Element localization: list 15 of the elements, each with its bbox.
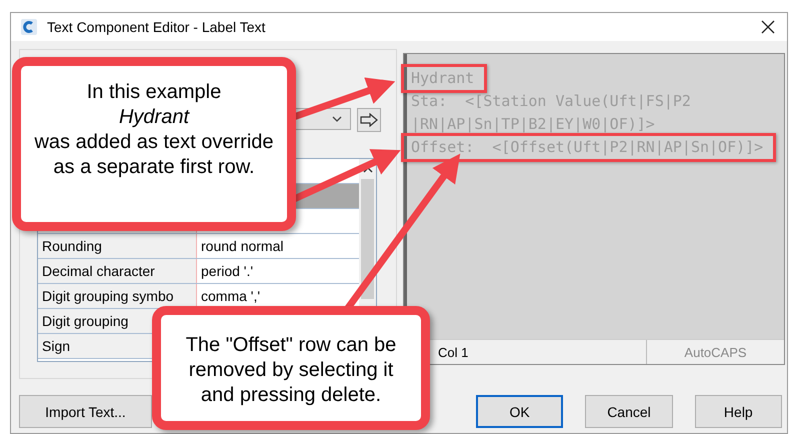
status-text: AutoCAPS	[646, 340, 784, 364]
editor-line: |RN|AP|Sn|TP|B2|EY|W0|OF)]>	[411, 116, 655, 133]
status-text: Col 1	[437, 344, 470, 362]
editor-line: Sta: <[Station Value(Uft|FS|P2	[411, 93, 691, 110]
property-name: Decimal character	[38, 259, 197, 283]
property-value: comma ','	[200, 287, 262, 306]
editor-line: Offset: <[Offset(Uft|P2|RN|AP|Sn|OF)]>	[411, 139, 764, 156]
property-name: Rounding	[38, 234, 197, 258]
callout-tooltip: In this example Hydrant was added as text override as a separate first row.	[12, 57, 296, 231]
property-value: period '.'	[200, 262, 254, 281]
editor-line: Hydrant	[411, 70, 474, 87]
property-value: round normal	[200, 237, 284, 256]
callout-tooltip: The "Offset" row can be removed by selecting it and pressing delete.	[152, 306, 430, 430]
window-title: Text Component Editor - Label Text	[47, 19, 266, 35]
property-name: Digit grouping symbo	[38, 284, 197, 308]
